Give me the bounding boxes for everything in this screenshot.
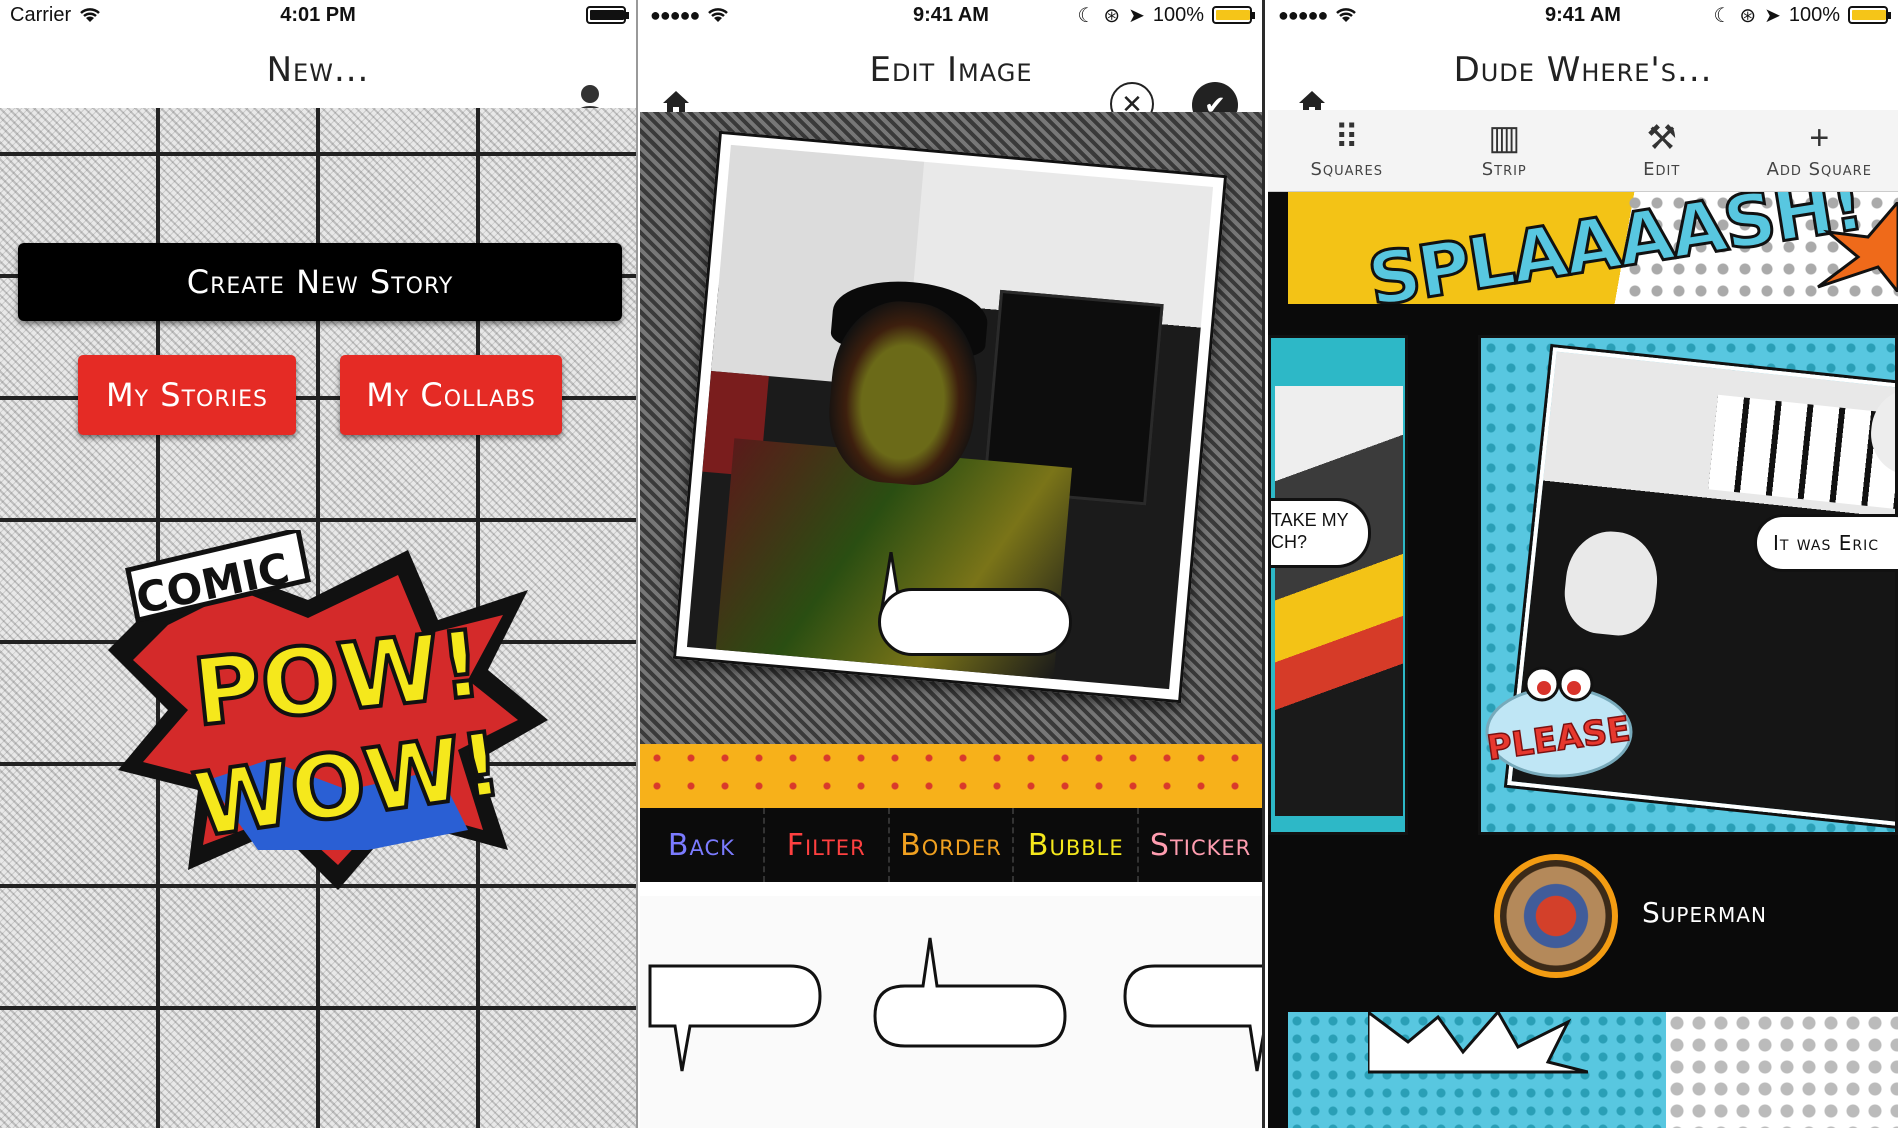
page-title: Edit Image: [869, 50, 1033, 90]
my-collabs-button[interactable]: My Collabs: [340, 355, 562, 435]
tool-add-square[interactable]: + Add Square: [1741, 110, 1898, 191]
page-title: New...: [266, 50, 370, 90]
battery-icon: [586, 6, 629, 24]
tab-bubble[interactable]: Bubble: [1014, 808, 1140, 882]
screen-strip: ●●●●● 9:41 AM ☾ ⊛ ➤ 100% Dude Where's...…: [1268, 0, 1898, 1128]
screen-edit-image: ●●●●● 9:41 AM ☾ ⊛ ➤ 100% Edit Image ✕ ✔: [640, 0, 1265, 1128]
bubble-option-center[interactable]: [865, 936, 1075, 1056]
author-row: Superman: [1268, 854, 1898, 978]
strip-icon: ▥: [1488, 119, 1521, 157]
comic-strip[interactable]: SPLAAAASH! TAKE MY CH? It was Eric PLEAS…: [1268, 192, 1898, 1128]
nav-bar: Edit Image ✕ ✔: [640, 30, 1262, 128]
bubble-option-right[interactable]: [1115, 956, 1265, 1076]
battery-icon: [1212, 6, 1255, 24]
status-bar: ●●●●● 9:41 AM ☾ ⊛ ➤ 100%: [1268, 0, 1898, 30]
nav-bar: New...: [0, 30, 636, 122]
location-icon: ➤: [1764, 4, 1781, 27]
my-stories-button[interactable]: My Stories: [78, 355, 296, 435]
please-sticker[interactable]: PLEASE: [1484, 662, 1634, 778]
author-name: Superman: [1642, 896, 1767, 929]
battery-percent: 100%: [1152, 3, 1204, 26]
tool-squares[interactable]: ⠿ Squares: [1268, 110, 1426, 191]
lock-rotation-icon: ⊛: [1103, 4, 1121, 27]
splash-panel[interactable]: SPLAAAASH!: [1288, 192, 1898, 304]
speech-bubble[interactable]: [878, 588, 1072, 656]
status-bar: ●●●●● 9:41 AM ☾ ⊛ ➤ 100%: [640, 0, 1262, 30]
status-bar: Carrier 4:01 PM: [0, 0, 636, 30]
avatar[interactable]: [1494, 854, 1618, 978]
tab-border[interactable]: Border: [890, 808, 1015, 882]
comic-panel-left[interactable]: TAKE MY CH?: [1268, 335, 1408, 835]
comic-pow-wow-logo: COMIC POW! WOW!: [108, 530, 548, 890]
status-time: 4:01 PM: [280, 3, 356, 26]
moon-icon: ☾: [1077, 4, 1096, 27]
burst-icon: [1368, 1012, 1588, 1074]
speech-bubble-right[interactable]: It was Eric: [1754, 514, 1898, 572]
plus-icon: +: [1809, 119, 1830, 157]
location-icon: ➤: [1128, 4, 1145, 27]
tab-sticker[interactable]: Sticker: [1139, 808, 1262, 882]
strip-toolbar: ⠿ Squares ▥ Strip ⚒ Edit + Add Square: [1268, 110, 1898, 192]
battery-percent: 100%: [1788, 3, 1840, 26]
moon-icon: ☾: [1713, 4, 1732, 27]
edit-tab-bar: Back Filter Border Bubble Sticker: [640, 808, 1262, 882]
create-new-story-button[interactable]: Create New Story: [18, 243, 622, 321]
page-title: Dude Where's...: [1453, 50, 1713, 90]
comic-panel-bottom[interactable]: [1288, 1012, 1898, 1128]
bubble-picker: [640, 882, 1262, 1128]
bubble-option-left[interactable]: [640, 956, 830, 1076]
speech-bubble-left[interactable]: TAKE MY CH?: [1271, 498, 1371, 568]
tools-icon: ⚒: [1646, 119, 1677, 157]
burst-icon: [1817, 202, 1898, 292]
grid-icon: ⠿: [1334, 119, 1360, 157]
tab-back[interactable]: Back: [640, 808, 765, 882]
tab-filter[interactable]: Filter: [765, 808, 890, 882]
nav-bar: Dude Where's...: [1268, 30, 1898, 115]
tool-edit[interactable]: ⚒ Edit: [1583, 110, 1741, 191]
battery-icon: [1848, 6, 1891, 24]
tool-strip[interactable]: ▥ Strip: [1426, 110, 1584, 191]
dotted-divider: [640, 744, 1262, 808]
lock-rotation-icon: ⊛: [1739, 4, 1757, 27]
screen-home: Carrier 4:01 PM New... Create New Story …: [0, 0, 638, 1128]
